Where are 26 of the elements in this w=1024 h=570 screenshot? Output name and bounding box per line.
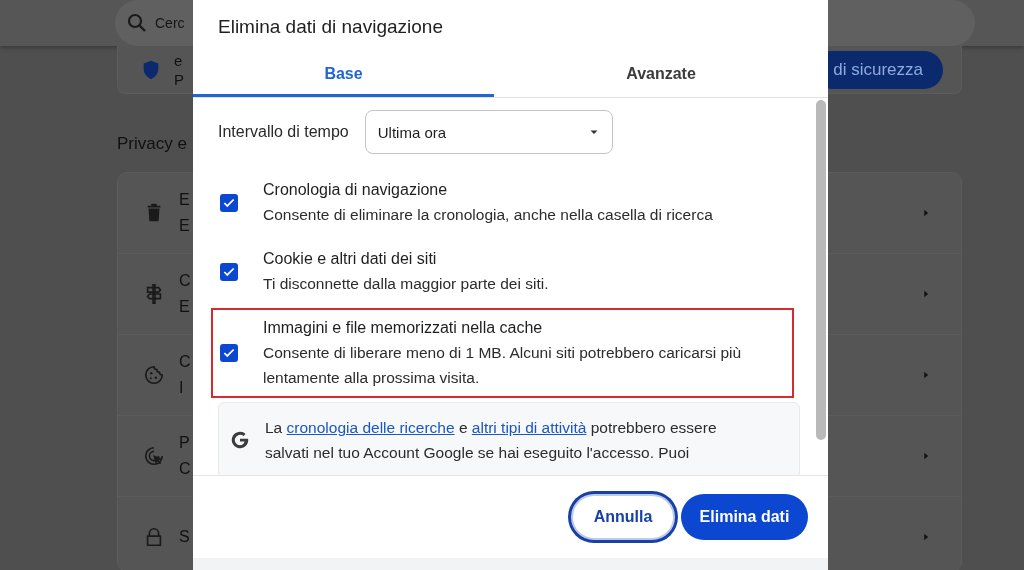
option-title: Cronologia di navigazione <box>263 180 449 200</box>
link[interactable]: cronologia delle ricerche <box>286 419 455 436</box>
dialog-title: Elimina dati di navigazione <box>217 15 444 39</box>
setting-title: C <box>179 353 192 371</box>
setting-title: C <box>179 272 192 290</box>
time-range-dropdown[interactable]: Ultima ora <box>364 110 613 154</box>
setting-subtitle: I <box>179 379 185 397</box>
setting-title: P <box>179 434 191 452</box>
setting-subtitle: E <box>179 298 191 316</box>
delete-data-button[interactable]: Elimina dati <box>681 494 808 540</box>
setting-title: S <box>179 528 191 546</box>
cancel-button[interactable]: Annulla <box>571 494 675 540</box>
option-description: Consente di eliminare la cronologia, anche nella casella di ricerca <box>263 205 713 225</box>
setting-title: e <box>174 51 184 69</box>
setting-title: E <box>179 191 191 209</box>
setting-subtitle: E <box>179 217 191 235</box>
info-text: La cronologia delle ricerche e altri tipi di attività potrebbero essere salvati nel tuo Account Google se hai eseguito l'accesso. Puoi <box>265 418 717 463</box>
option-title: Cookie e altri dati dei siti <box>263 249 438 269</box>
link[interactable]: altri tipi di attività <box>471 419 587 436</box>
field-label: Intervallo di tempo <box>218 123 349 141</box>
option-title: Immagini e file memorizzati nella cache <box>263 318 544 338</box>
setting-subtitle: C <box>179 460 192 478</box>
setting-subtitle: P <box>174 70 185 88</box>
search-placeholder: Cerc <box>155 15 185 31</box>
option-description: Ti disconnette dalla maggior parte dei siti. <box>263 274 549 294</box>
option-description: Consente di liberare meno di 1 MB. Alcuni siti potrebbero caricarsi più lentamente alla prossima visita. <box>263 343 743 388</box>
